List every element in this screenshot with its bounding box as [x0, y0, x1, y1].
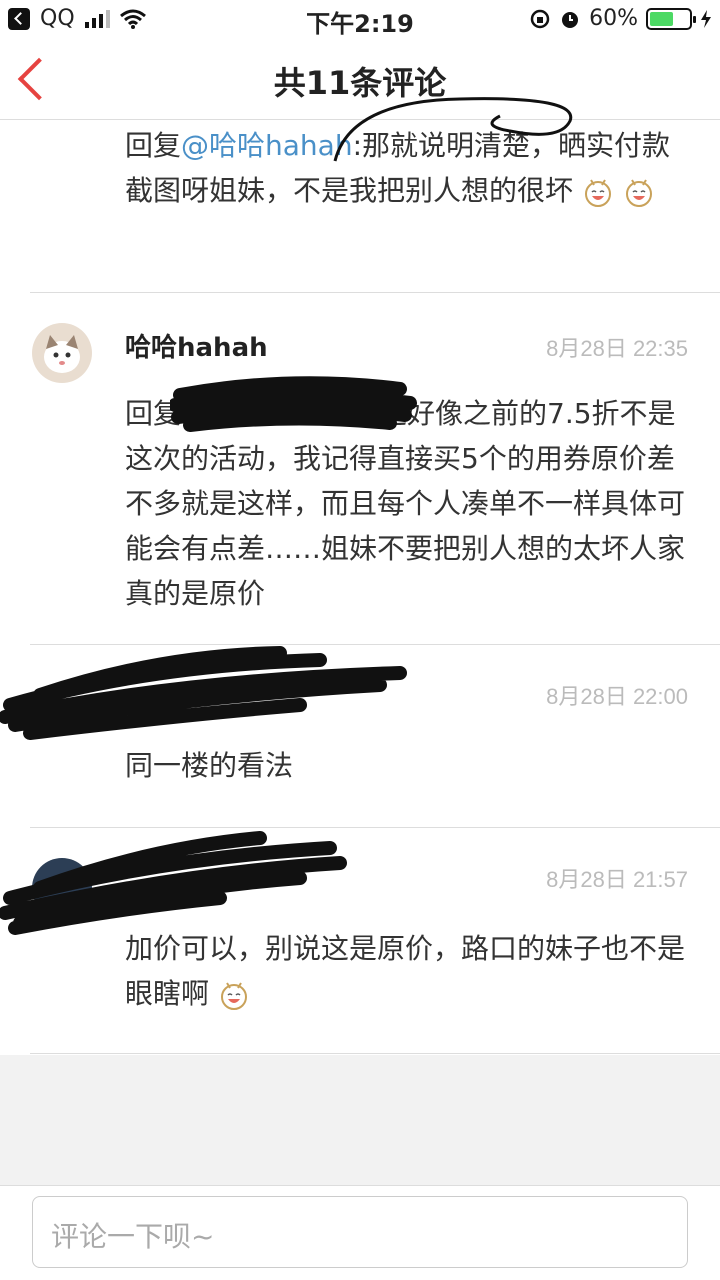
comment-text: 同一楼的看法: [125, 743, 688, 788]
charging-icon: [701, 9, 711, 28]
comment-text: 回复@ 这好像之前的7.5折不是这次的活动，我记得直接买5个的用券原价差不多就是这…: [125, 391, 688, 616]
comment-body: 加价可以，别说这是原价，路口的妹子也不是眼瞎啊: [125, 932, 686, 1010]
reply-prefix: 回复: [125, 129, 182, 162]
comment-time: 8月28日 22:00: [546, 684, 688, 709]
battery-percent: 60%: [589, 6, 638, 31]
comment-item[interactable]: 哈哈hahah 8月28日 22:35 回复@ 这好像之前的7.5折不是这次的活动…: [30, 293, 720, 645]
avatar[interactable]: [32, 858, 92, 918]
status-right: 60%: [529, 6, 712, 31]
comment-item[interactable]: 8月28日 22:00 同一楼的看法: [0, 645, 720, 828]
comment-body: 同一楼的看法: [125, 749, 294, 782]
avatar[interactable]: [32, 323, 92, 383]
laugh-emoji-icon: [625, 179, 652, 207]
comment-input[interactable]: 评论一下呗~: [32, 1196, 688, 1268]
comment-author[interactable]: 哈哈hahah: [125, 327, 268, 364]
comment-text: 加价可以，别说这是原价，路口的妹子也不是眼瞎啊: [125, 926, 688, 1016]
mention-link[interactable]: @哈哈hahah: [181, 129, 353, 162]
comment-time: 8月28日 21:57: [546, 867, 688, 892]
status-bar: QQ 下午2:19 60%: [0, 0, 720, 40]
comment-time: 8月28日 22:35: [546, 336, 688, 361]
orientation-lock-icon: [530, 9, 550, 28]
alarm-icon: [562, 11, 579, 28]
laugh-emoji-icon: [584, 179, 611, 207]
comment-item[interactable]: 回复@哈哈hahah:那就说明清楚，晒实付款截图呀姐妹，不是我把别人想的很坏: [30, 97, 720, 293]
comment-input-bar: 评论一下呗~: [0, 1185, 720, 1280]
comment-list: 回复@哈哈hahah:那就说明清楚，晒实付款截图呀姐妹，不是我把别人想的很坏 哈…: [0, 97, 720, 1054]
redaction-scribble: [0, 646, 407, 740]
laugh-emoji-icon: [220, 982, 247, 1010]
comment-item[interactable]: 8月28日 21:57 加价可以，别说这是原价，路口的妹子也不是眼瞎啊: [0, 828, 720, 1054]
battery-icon: [646, 7, 696, 30]
empty-area: [0, 1055, 720, 1185]
comment-text: 回复@哈哈hahah:那就说明清楚，晒实付款截图呀姐妹，不是我把别人想的很坏: [125, 123, 688, 213]
nav-header: 共11条评论: [0, 40, 720, 120]
reply-prefix: 回复: [125, 397, 182, 430]
mention-link[interactable]: @: [181, 397, 209, 430]
cat-avatar-image: [32, 323, 92, 383]
page-title: 共11条评论: [273, 64, 447, 102]
